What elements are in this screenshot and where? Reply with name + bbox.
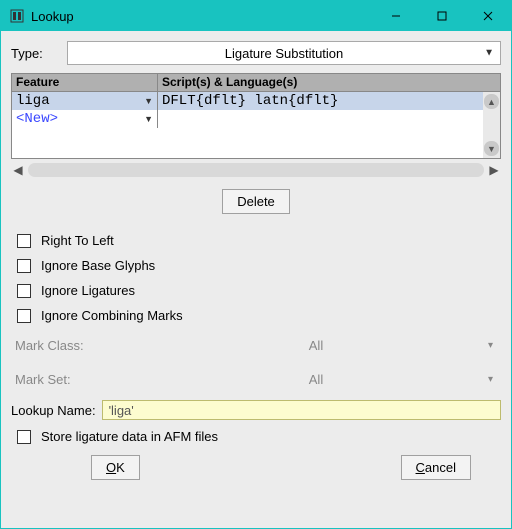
new-label: <New>	[16, 111, 58, 127]
feature-grid: Feature Script(s) & Language(s) liga ▼ D…	[11, 73, 501, 159]
scroll-left-icon[interactable]: ◀	[11, 163, 25, 177]
ignore-liga-label: Ignore Ligatures	[41, 283, 135, 298]
feature-cell-text: liga	[16, 93, 50, 109]
lookup-name-input[interactable]: 'liga'	[102, 400, 501, 420]
type-value: Ligature Substitution	[225, 46, 344, 61]
grid-row-new[interactable]: <New> ▼	[12, 110, 500, 128]
ignore-marks-checkbox[interactable]	[17, 309, 31, 323]
mark-set-dropdown[interactable]: All ▾	[131, 368, 501, 390]
chevron-down-icon: ▼	[484, 48, 494, 59]
mark-set-value: All	[309, 372, 323, 387]
type-label: Type:	[11, 46, 59, 61]
scroll-down-icon[interactable]: ▼	[484, 141, 499, 156]
ignore-liga-checkbox[interactable]	[17, 284, 31, 298]
grid-row[interactable]: liga ▼ DFLT{dflt} latn{dflt} ▼	[12, 92, 500, 110]
lookup-name-value: 'liga'	[109, 403, 134, 418]
ignore-base-checkbox[interactable]	[17, 259, 31, 273]
col-header-scripts[interactable]: Script(s) & Language(s)	[158, 74, 500, 91]
scroll-right-icon[interactable]: ▶	[487, 163, 501, 177]
col-header-feature[interactable]: Feature	[12, 74, 158, 91]
vertical-scrollbar[interactable]: ▲ ▼	[483, 92, 500, 158]
scripts-cell-text: DFLT{dflt} latn{dflt}	[162, 93, 338, 109]
maximize-button[interactable]	[419, 1, 465, 31]
chevron-down-icon[interactable]: ▼	[144, 96, 153, 106]
scroll-up-icon[interactable]: ▲	[484, 94, 499, 109]
ignore-marks-label: Ignore Combining Marks	[41, 308, 183, 323]
close-button[interactable]	[465, 1, 511, 31]
mark-set-label: Mark Set:	[11, 372, 131, 387]
mark-class-value: All	[309, 338, 323, 353]
chevron-down-icon: ▾	[488, 374, 493, 385]
lookup-dialog: Lookup Type: Ligature Substitution ▼ Fea…	[0, 0, 512, 529]
mark-class-label: Mark Class:	[11, 338, 131, 353]
app-icon	[9, 8, 25, 24]
chevron-down-icon[interactable]: ▼	[144, 114, 153, 124]
titlebar: Lookup	[1, 1, 511, 31]
store-afm-checkbox[interactable]	[17, 430, 31, 444]
ignore-base-label: Ignore Base Glyphs	[41, 258, 155, 273]
store-afm-label: Store ligature data in AFM files	[41, 429, 218, 444]
horizontal-scrollbar[interactable]: ◀ ▶	[11, 161, 501, 179]
cancel-button[interactable]: Cancel	[401, 455, 471, 480]
mark-class-dropdown[interactable]: All ▾	[131, 334, 501, 356]
feature-new-cell[interactable]: <New> ▼	[12, 110, 158, 128]
scripts-cell[interactable]: DFLT{dflt} latn{dflt} ▼	[158, 92, 500, 110]
type-dropdown[interactable]: Ligature Substitution ▼	[67, 41, 501, 65]
window-title: Lookup	[31, 9, 74, 24]
chevron-down-icon: ▾	[488, 340, 493, 351]
delete-button[interactable]: Delete	[222, 189, 290, 214]
lookup-name-label: Lookup Name:	[11, 403, 96, 418]
ok-button[interactable]: OK	[91, 455, 140, 480]
minimize-button[interactable]	[373, 1, 419, 31]
feature-cell[interactable]: liga ▼	[12, 92, 158, 110]
rtl-checkbox[interactable]	[17, 234, 31, 248]
rtl-label: Right To Left	[41, 233, 114, 248]
scroll-track[interactable]	[28, 163, 484, 177]
